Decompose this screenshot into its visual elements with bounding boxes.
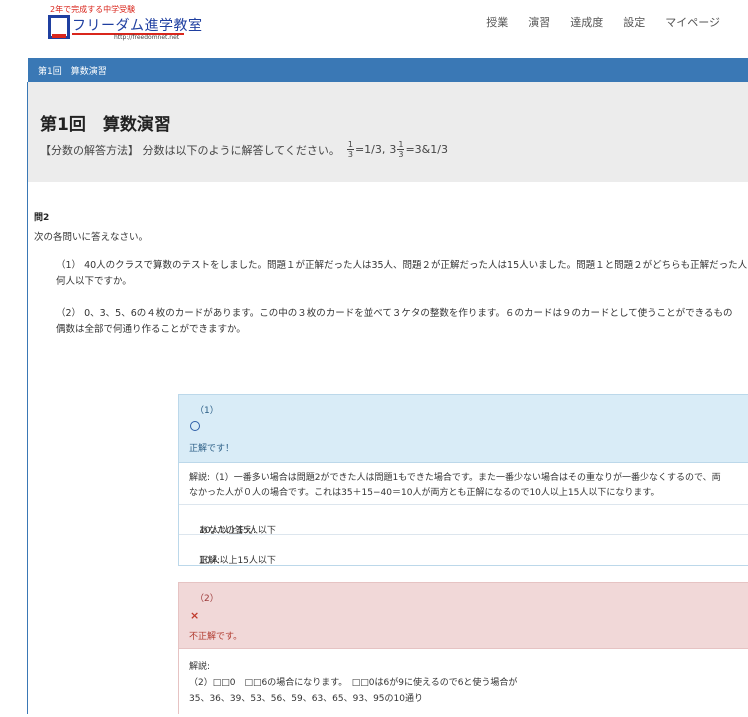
answer-panel-1: （1） 正解です！ 解説:（1）一番多い場合は問題2ができた人は問題1もできた場…	[178, 394, 748, 566]
fraction-instructions-text: 【分数の解答方法】 分数は以下のように解答してください。	[40, 143, 340, 157]
fraction-instructions: 【分数の解答方法】 分数は以下のように解答してください。 1 3 =1/3, 3…	[40, 140, 448, 159]
incorrect-x-icon: ×	[190, 609, 200, 622]
explanation-line: 解説:（1）一番多い場合は問題2ができた人は問題1もできた場合です。また一番少な…	[189, 473, 721, 483]
question-item-1-line: 何人以下ですか。	[56, 276, 132, 287]
mixed-number-whole: 3	[389, 143, 397, 156]
top-navbar: 2年で完成する中学受験 フリーダム進学教室 http://freedomnet.…	[0, 0, 748, 48]
panel-header-band: 第1回 算数演習	[28, 58, 748, 82]
page-title: 第1回 算数演習	[40, 115, 171, 135]
result-status: 不正解です。	[189, 632, 243, 642]
fraction-equivalent-1: =1/3,	[354, 143, 386, 156]
question-item-1-line: （1） 40人のクラスで算数のテストをしました。問題１が正解だった人は35人、問…	[56, 260, 748, 271]
question-intro: 次の各問いに答えなさい。	[34, 232, 149, 243]
logo-tagline: 2年で完成する中学受験	[50, 5, 136, 14]
question-item-1: （1） 40人のクラスで算数のテストをしました。問題１が正解だった人は35人、問…	[56, 258, 747, 290]
nav-item-settings[interactable]: 設定	[613, 14, 655, 30]
question-item-2-line: （2） 0、3、5、6の４枚のカードがあります。この中の３枚のカードを並べて３ケ…	[56, 308, 733, 319]
your-answer: あなたの答え: 10人以上15人以下	[189, 514, 276, 536]
fraction-numerator: 1	[346, 140, 354, 150]
site-logo[interactable]: 2年で完成する中学受験 フリーダム進学教室 http://freedomnet.…	[44, 4, 202, 44]
main-nav: 授業 演習 達成度 設定 マイページ	[476, 14, 730, 30]
logo-name: フリーダム進学教室	[72, 18, 203, 34]
page-hero: 第1回 算数演習 【分数の解答方法】 分数は以下のように解答してください。 1 …	[28, 82, 748, 182]
nav-item-mypage[interactable]: マイページ	[655, 14, 730, 30]
question-number: 問2	[34, 213, 50, 223]
explanation: 解説: （2）□□0 □□6の場合になります。 □□0は6が9に使えるので6と使…	[179, 649, 748, 717]
nav-item-lessons[interactable]: 授業	[476, 14, 518, 30]
panel-header-title: 第1回 算数演習	[38, 67, 107, 77]
answer-panel-2: （2） × 不正解です。 解説: （2）□□0 □□6の場合になります。 □□0…	[178, 582, 748, 714]
answer-panel-label: （1）	[195, 406, 219, 416]
explanation-line: 35、36、39、53、56、59、63、65、93、95の10通り	[189, 694, 423, 704]
your-answer-row: あなたの答え: 10人以上15人以下	[179, 505, 748, 536]
explanation: 解説:（1）一番多い場合は問題2ができた人は問題1もできた場合です。また一番少な…	[179, 463, 748, 505]
nav-item-progress[interactable]: 達成度	[560, 14, 613, 30]
fraction-equivalent-2: =3&1/3	[405, 143, 448, 156]
correct-circle-icon	[190, 421, 200, 431]
question-item-2-line: 偶数は全部で何通り作ることができますか。	[56, 324, 246, 335]
correct-answer-value: 10人以上15人以下	[199, 556, 276, 566]
fraction-denominator: 3	[398, 150, 404, 159]
explanation-line: なかった人が０人の場合です。これは35＋15−40＝10人が両方とも正解になるの…	[189, 488, 660, 498]
explanation-line: （2）□□0 □□6の場合になります。 □□0は6が9に使えるので6と使う場合が	[189, 678, 518, 688]
fraction-example-1: 1 3	[346, 140, 354, 159]
logo-url: http://freedomnet.net	[114, 34, 180, 41]
fraction-denominator: 3	[347, 150, 353, 159]
correct-answer-row: 正解: 10人以上15人以下	[179, 535, 748, 566]
fraction-numerator: 1	[397, 140, 405, 150]
answer-panel-1-header: （1） 正解です！	[179, 395, 748, 463]
correct-answer: 正解: 10人以上15人以下	[189, 544, 276, 566]
result-status: 正解です！	[189, 444, 235, 454]
answer-panel-label: （2）	[195, 594, 219, 604]
question-item-2: （2） 0、3、5、6の４枚のカードがあります。この中の３枚のカードを並べて３ケ…	[56, 306, 733, 338]
explanation-label: 解説:	[189, 662, 211, 672]
nav-item-exercises[interactable]: 演習	[518, 14, 560, 30]
fraction-example-2: 1 3	[397, 140, 405, 159]
logo-mark-icon	[48, 15, 70, 39]
answer-panel-2-header: （2） × 不正解です。	[179, 583, 748, 649]
